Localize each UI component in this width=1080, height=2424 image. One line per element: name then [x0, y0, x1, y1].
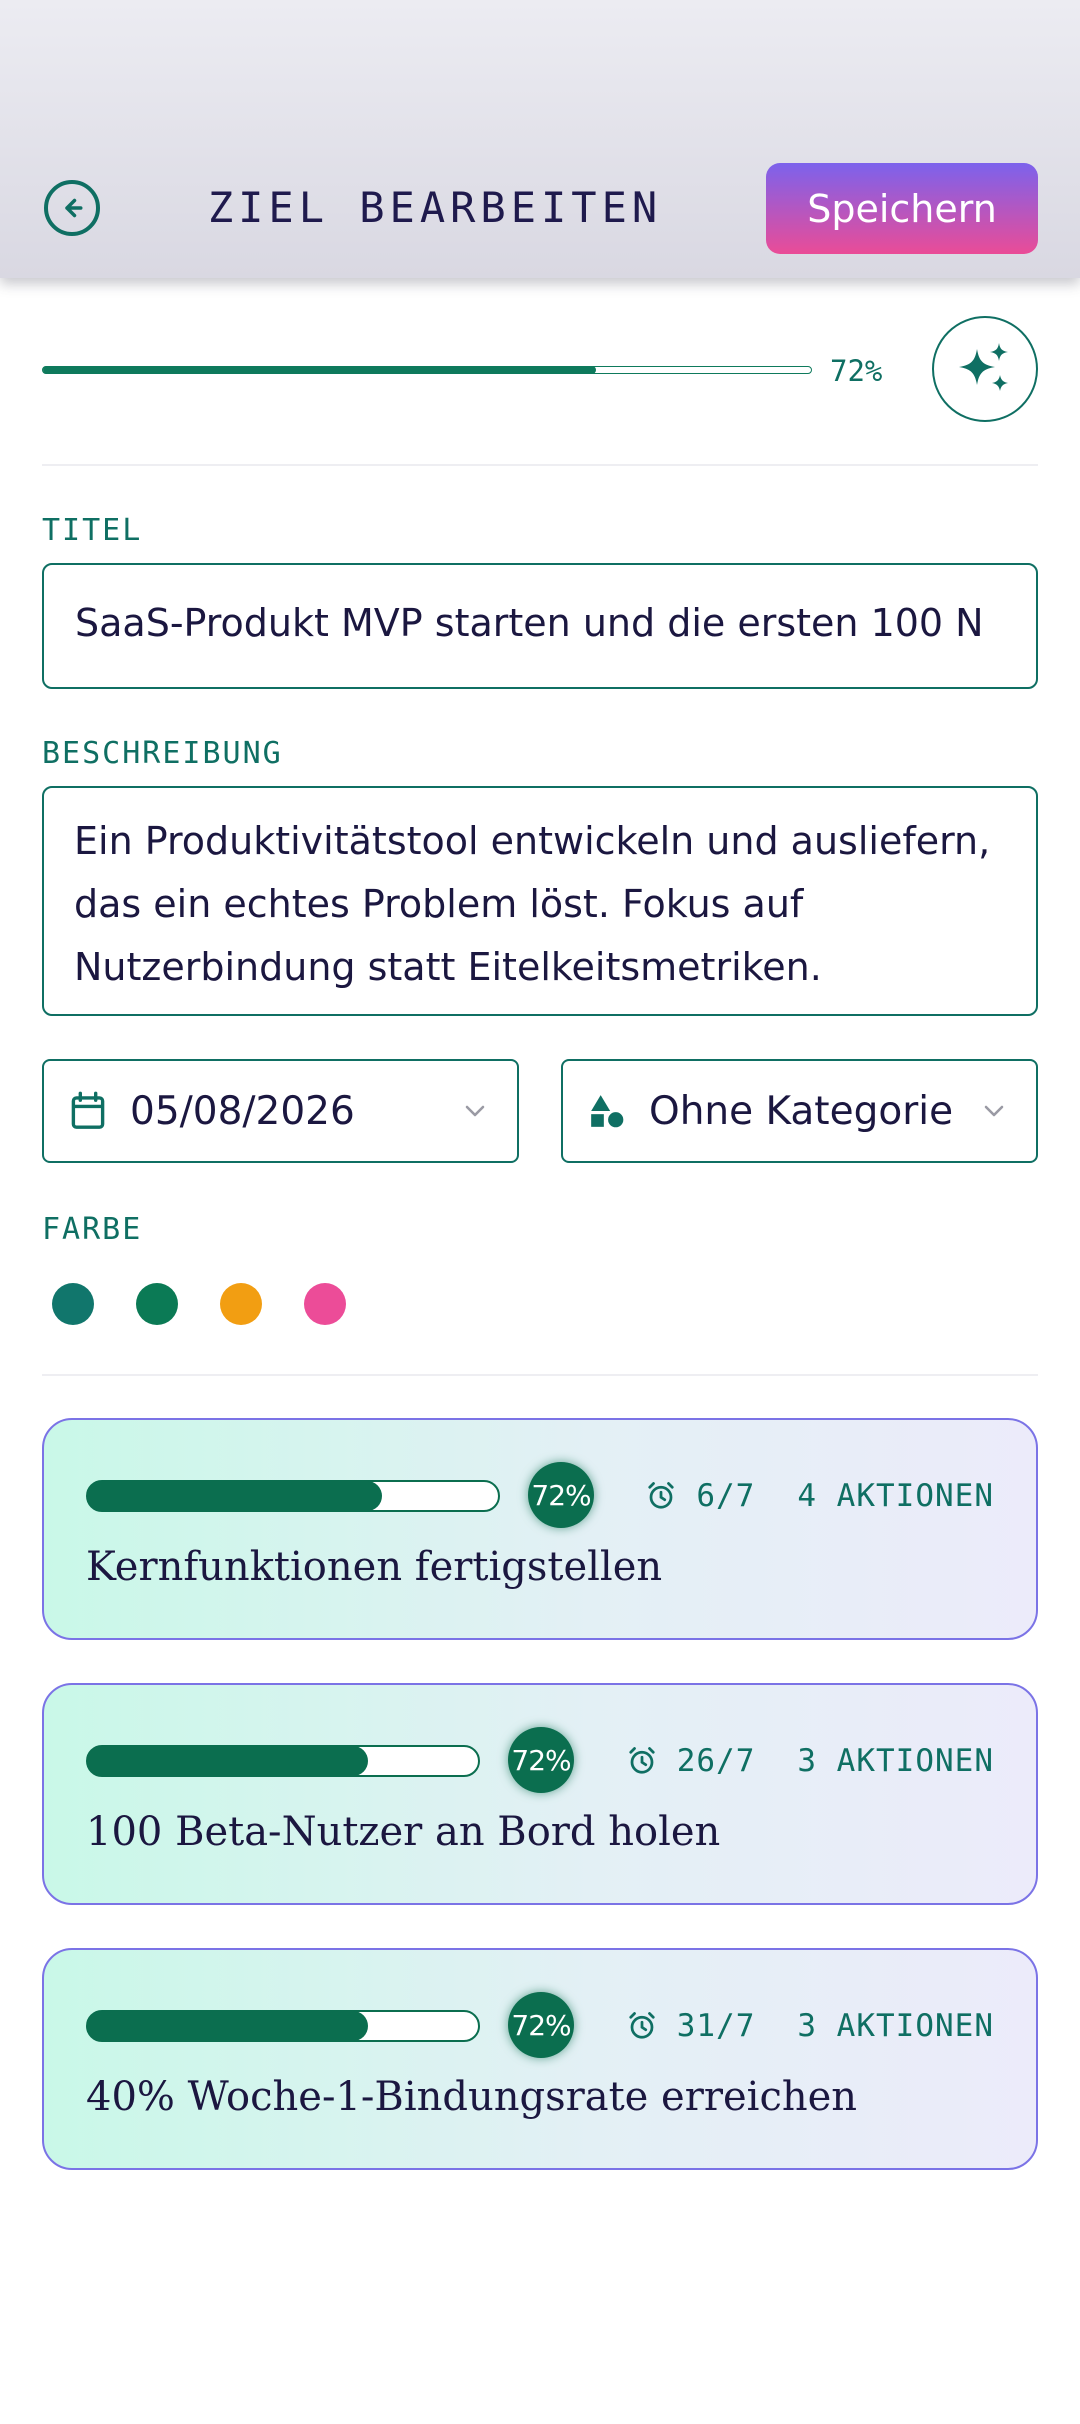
divider — [42, 464, 1038, 466]
milestone-card[interactable]: 72% 31/7 3 AKTIONEN 40% Woche-1-Bindungs… — [42, 1948, 1038, 2170]
milestone-title: 100 Beta-Nutzer an Bord holen — [86, 1809, 721, 1855]
milestone-actions-count: 3 AKTIONEN — [797, 2008, 994, 2044]
milestone-card[interactable]: 72% 6/7 4 AKTIONEN Kernfunktionen fertig… — [42, 1418, 1038, 1640]
description-label: BESCHREIBUNG — [42, 736, 283, 771]
alarm-clock-icon — [646, 1481, 676, 1511]
milestone-deadline: 31/7 — [676, 2008, 756, 2044]
color-swatch-green[interactable] — [136, 1283, 178, 1325]
milestone-actions-count: 3 AKTIONEN — [797, 1743, 994, 1779]
date-picker[interactable]: 05/08/2026 — [42, 1059, 519, 1163]
milestone-progress-fill — [87, 1746, 368, 1776]
save-button[interactable]: Speichern — [766, 163, 1038, 254]
milestone-title: Kernfunktionen fertigstellen — [86, 1544, 663, 1590]
milestone-meta: 6/7 4 AKTIONEN — [646, 1476, 994, 1516]
category-select[interactable]: Ohne Kategorie — [561, 1059, 1038, 1163]
milestone-actions-count: 4 AKTIONEN — [797, 1478, 994, 1514]
ai-suggest-button[interactable] — [932, 316, 1038, 422]
alarm-clock-icon — [627, 2011, 657, 2041]
goal-progress-label: 72% — [830, 354, 883, 388]
alarm-clock-icon — [627, 1746, 657, 1776]
milestone-percent-badge: 72% — [528, 1462, 594, 1528]
milestone-card[interactable]: 72% 26/7 3 AKTIONEN 100 Beta-Nutzer an B… — [42, 1683, 1038, 1905]
milestone-percent-badge: 72% — [508, 1992, 574, 2058]
title-label: TITEL — [42, 513, 143, 548]
calendar-icon — [68, 1091, 108, 1131]
milestone-meta: 26/7 3 AKTIONEN — [627, 1741, 994, 1781]
description-input[interactable]: Ein Produktivitätstool entwickeln und au… — [42, 786, 1038, 1016]
color-label: FARBE — [42, 1212, 143, 1247]
color-swatch-teal[interactable] — [52, 1283, 94, 1325]
chevron-down-icon — [980, 1101, 1008, 1121]
milestone-progress-fill — [87, 1481, 383, 1511]
title-input[interactable]: SaaS-Produkt MVP starten und die ersten … — [42, 563, 1038, 689]
color-swatch-pink[interactable] — [304, 1283, 346, 1325]
divider — [42, 1374, 1038, 1376]
milestone-progress-fill — [87, 2011, 368, 2041]
app-header: ZIEL BEARBEITEN Speichern — [0, 0, 1080, 278]
title-input-value: SaaS-Produkt MVP starten und die ersten … — [75, 601, 984, 645]
goal-progress-bar — [42, 365, 812, 374]
milestone-deadline: 6/7 — [696, 1478, 756, 1514]
goal-progress-fill — [43, 365, 596, 374]
milestone-meta: 31/7 3 AKTIONEN — [627, 2006, 994, 2046]
sparkles-icon — [959, 343, 1008, 391]
color-swatch-orange[interactable] — [220, 1283, 262, 1325]
shapes-icon — [587, 1091, 627, 1131]
date-value: 05/08/2026 — [130, 1088, 355, 1134]
description-input-value: Ein Produktivitätstool entwickeln und au… — [74, 819, 991, 989]
category-value: Ohne Kategorie — [649, 1088, 954, 1134]
milestone-progress-bar — [86, 1480, 500, 1512]
milestone-progress-bar — [86, 2010, 480, 2042]
milestone-deadline: 26/7 — [676, 1743, 756, 1779]
page-title: ZIEL BEARBEITEN — [207, 183, 663, 232]
chevron-down-icon — [461, 1101, 489, 1121]
milestone-progress-bar — [86, 1745, 480, 1777]
milestone-title: 40% Woche-1-Bindungsrate erreichen — [86, 2074, 858, 2120]
milestone-percent-badge: 72% — [508, 1727, 574, 1793]
